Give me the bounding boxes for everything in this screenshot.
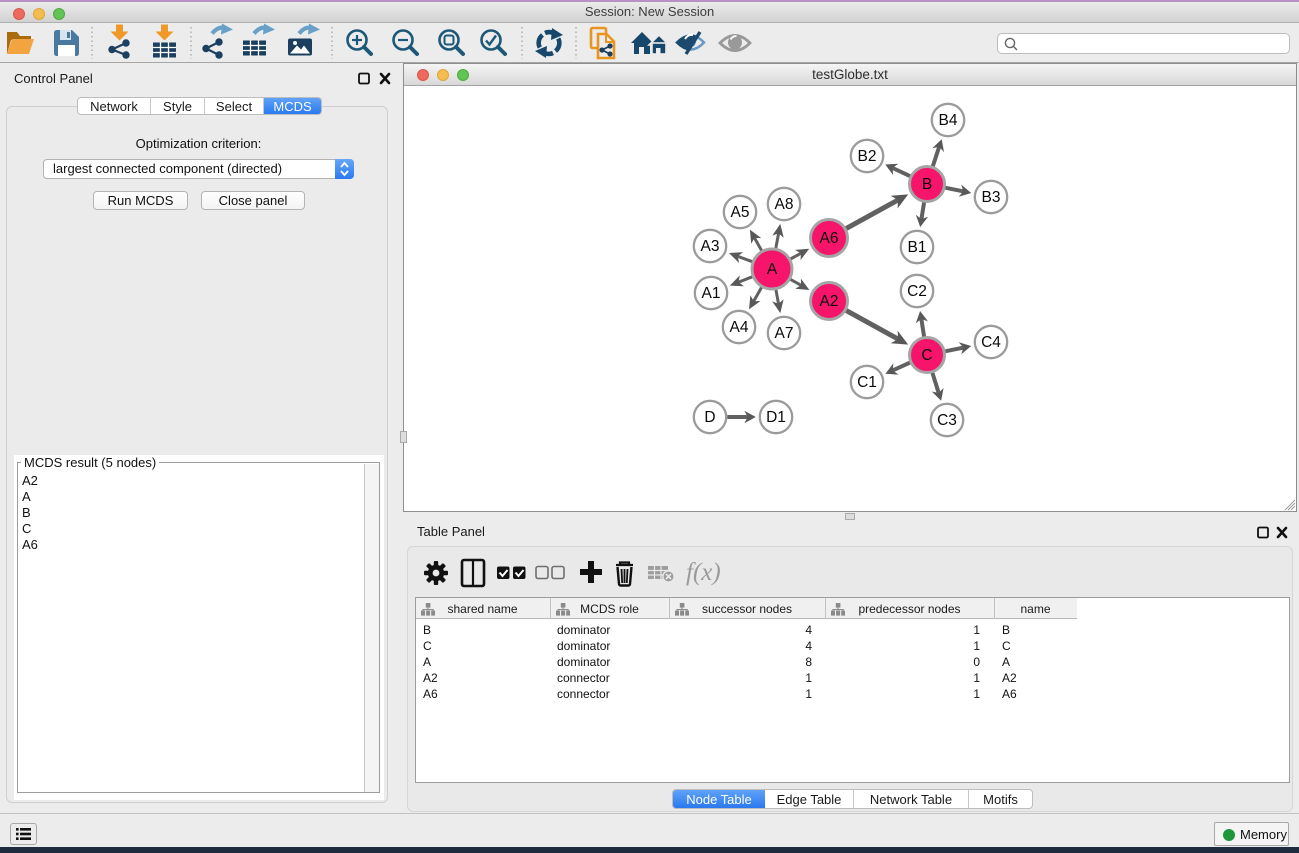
svg-text:A4: A4: [730, 319, 749, 336]
svg-text:B3: B3: [982, 189, 1001, 206]
svg-text:C3: C3: [937, 412, 957, 429]
svg-text:A8: A8: [775, 196, 794, 213]
svg-text:f(x): f(x): [686, 559, 721, 586]
svg-text:D1: D1: [766, 409, 786, 426]
svg-text:C4: C4: [981, 334, 1001, 351]
svg-text:D: D: [704, 409, 715, 426]
svg-text:B1: B1: [908, 239, 927, 256]
svg-text:A2: A2: [820, 293, 839, 310]
svg-text:C2: C2: [907, 283, 927, 300]
svg-text:A1: A1: [702, 285, 721, 302]
svg-text:B4: B4: [939, 112, 958, 129]
svg-text:B2: B2: [858, 148, 877, 165]
svg-text:A7: A7: [775, 325, 794, 342]
svg-text:A: A: [767, 261, 778, 278]
svg-text:A5: A5: [731, 204, 750, 221]
svg-text:B: B: [922, 176, 932, 193]
svg-text:C: C: [921, 347, 932, 364]
svg-text:A6: A6: [820, 230, 839, 247]
svg-text:A3: A3: [701, 238, 720, 255]
svg-text:C1: C1: [857, 374, 877, 391]
